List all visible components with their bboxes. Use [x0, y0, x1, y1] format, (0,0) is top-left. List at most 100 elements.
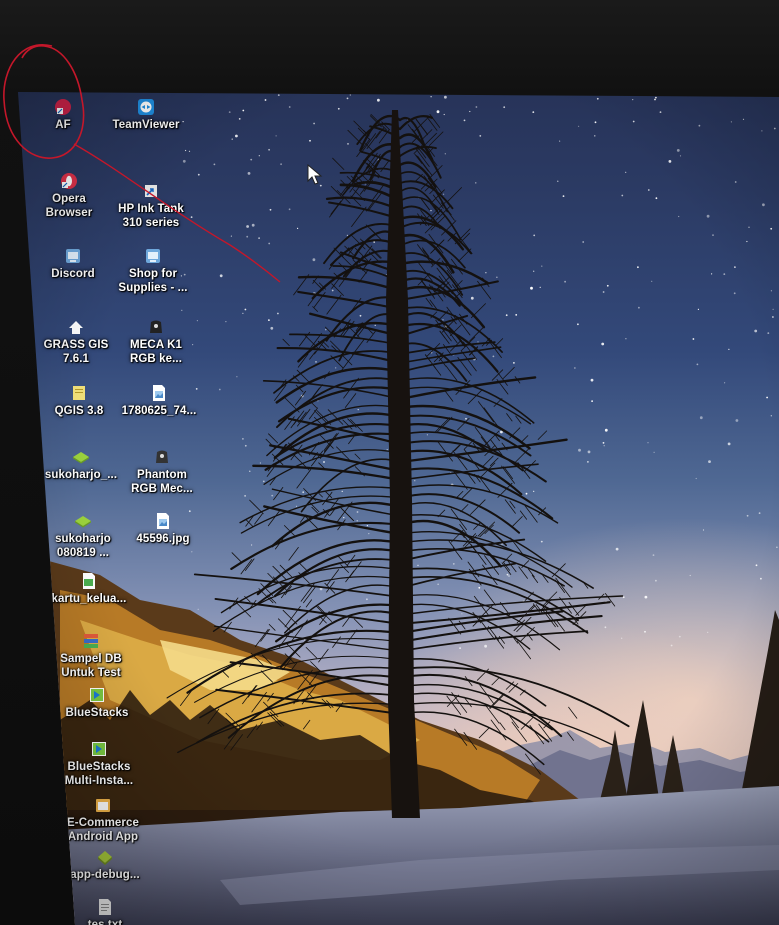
tree-twig: [329, 197, 345, 218]
tree-branch: [399, 692, 550, 743]
desktop-icon-phantom[interactable]: Phantom RGB Mec...: [121, 448, 203, 496]
desktop-icon-bluestacks-multi[interactable]: BlueStacks Multi-Insta...: [58, 740, 140, 788]
tree-twig: [415, 118, 428, 136]
desktop-icon-hp-ink-tank[interactable]: HP Ink Tank 310 series: [110, 182, 192, 230]
tree-twig: [246, 724, 258, 738]
desktop-icon-af[interactable]: AF: [22, 98, 104, 132]
tree-twig: [267, 573, 274, 580]
desktop-icon-teamviewer[interactable]: TeamViewer: [105, 98, 187, 132]
tree-twig: [231, 552, 242, 563]
tree-twig: [260, 629, 270, 642]
tree-branch: [186, 629, 402, 694]
desktop-icon-discord[interactable]: Discord: [32, 247, 114, 281]
tree-branch: [399, 493, 521, 534]
tree-twig: [568, 706, 578, 719]
desktop-icon-label: kartu_kelua...: [51, 593, 127, 605]
desktop-icon-label: HP Ink Tank 310 series: [118, 203, 184, 229]
tree-twig: [502, 367, 515, 379]
desktop-icon-sukoharjo-1[interactable]: sukoharjo_...: [40, 448, 122, 482]
desktop-icon-ecommerce[interactable]: E-Commerce Android App: [62, 796, 144, 844]
tree-branch: [277, 386, 402, 423]
printer-icon: [142, 182, 160, 200]
desktop-icon-grass-gis[interactable]: GRASS GIS 7.6.1: [35, 318, 117, 366]
desktop-icon-file-1780625[interactable]: 1780625_74...: [118, 384, 200, 418]
file-shortcut-icon: [54, 98, 72, 116]
desktop-icon-label: Shop for Supplies - ...: [118, 268, 188, 294]
desktop-icon-jpg-45596[interactable]: 45596.jpg: [122, 512, 204, 546]
tree-twig: [325, 326, 333, 334]
tree-twig: [282, 338, 290, 346]
tree-twig: [326, 569, 339, 586]
tree-branch: [399, 463, 539, 481]
tree-twig: [341, 508, 354, 521]
tree-twig: [461, 350, 477, 372]
tree-twig: [256, 721, 263, 731]
desktop-icon-qgis[interactable]: QGIS 3.8: [38, 384, 120, 418]
desktop-icon-bluestacks[interactable]: BlueStacks: [56, 686, 138, 720]
tree-twig: [330, 186, 343, 198]
tree-twig: [288, 547, 299, 561]
tree-twig: [310, 401, 317, 408]
desktop-icon-sampel-db[interactable]: Sampel DB Untuk Test: [50, 632, 132, 680]
tree-twig: [331, 283, 344, 296]
tree-twig: [314, 410, 328, 424]
tree-twig: [483, 430, 500, 447]
tree-branch: [297, 275, 402, 293]
desktop-icon-label: Sampel DB Untuk Test: [60, 653, 122, 679]
tree-twig: [511, 516, 523, 528]
bluestacks-icon: [88, 686, 106, 704]
desktop-icon-kartu[interactable]: kartu_kelua...: [48, 572, 130, 606]
tree-branch: [239, 486, 401, 524]
tree-twig: [249, 499, 264, 515]
tree-twig: [324, 432, 339, 453]
tree-twig: [444, 390, 454, 402]
tree-branch: [194, 655, 401, 703]
tree-twig: [429, 114, 441, 128]
tree-twig: [318, 648, 329, 663]
tree-twig: [345, 570, 355, 583]
tree-twig: [471, 303, 486, 319]
teamviewer-icon: [137, 98, 155, 116]
desktop-icon-sukoharjo-2[interactable]: sukoharjo 080819 ...: [42, 512, 124, 560]
tree-branch: [399, 683, 553, 731]
tree-twig: [495, 338, 504, 346]
tree-twig: [180, 687, 195, 706]
desktop-icon-label: Discord: [51, 268, 95, 280]
shop-icon: [144, 247, 162, 265]
folder-icon: [94, 796, 112, 814]
desktop-icon-label: 1780625_74...: [121, 405, 197, 417]
tree-twig: [531, 574, 539, 583]
tree-twig: [554, 579, 565, 593]
desktop-icon-app-debug[interactable]: app-debug...: [64, 848, 146, 882]
desktop-icon-meca-k1[interactable]: MECA K1 RGB ke...: [115, 318, 197, 366]
grass-icon: [67, 318, 85, 336]
desktop-icon-label: TeamViewer: [112, 119, 180, 131]
tree-branch: [398, 376, 537, 401]
desktop-icon-opera[interactable]: Opera Browser: [28, 172, 110, 220]
tree-branch: [399, 711, 545, 766]
desktop-icon-tes-txt[interactable]: tes.txt: [64, 898, 146, 925]
keyboard-icon: [153, 448, 171, 466]
tree-twig: [463, 732, 477, 750]
tree-branch: [289, 333, 401, 346]
text-file-icon: [96, 898, 114, 916]
tree-twig: [454, 728, 468, 746]
tree-twig: [446, 187, 462, 203]
tree-twig: [490, 457, 499, 467]
tree-twig: [521, 435, 529, 443]
tree-branch: [399, 502, 507, 547]
tree-twig: [491, 677, 500, 686]
desktop-icon-shop-supplies[interactable]: Shop for Supplies - ...: [112, 247, 194, 295]
tree-twig: [354, 453, 361, 460]
desktop-icon-label: GRASS GIS 7.6.1: [43, 339, 109, 365]
desktop-screen: AF TeamViewer Opera Browser HP Ink Tank 310…: [18, 92, 779, 925]
tree-twig: [537, 430, 548, 440]
monitor-bezel: AF TeamViewer Opera Browser HP Ink Tank 310…: [0, 0, 779, 925]
tree-twig: [380, 160, 390, 172]
tree-twig: [284, 397, 300, 413]
image-file-icon: [154, 512, 172, 530]
desktop-icon-label: sukoharjo 080819 ...: [55, 533, 111, 559]
tree-twig: [221, 670, 229, 678]
tree-twig: [506, 413, 513, 422]
tree-branch: [399, 548, 565, 587]
